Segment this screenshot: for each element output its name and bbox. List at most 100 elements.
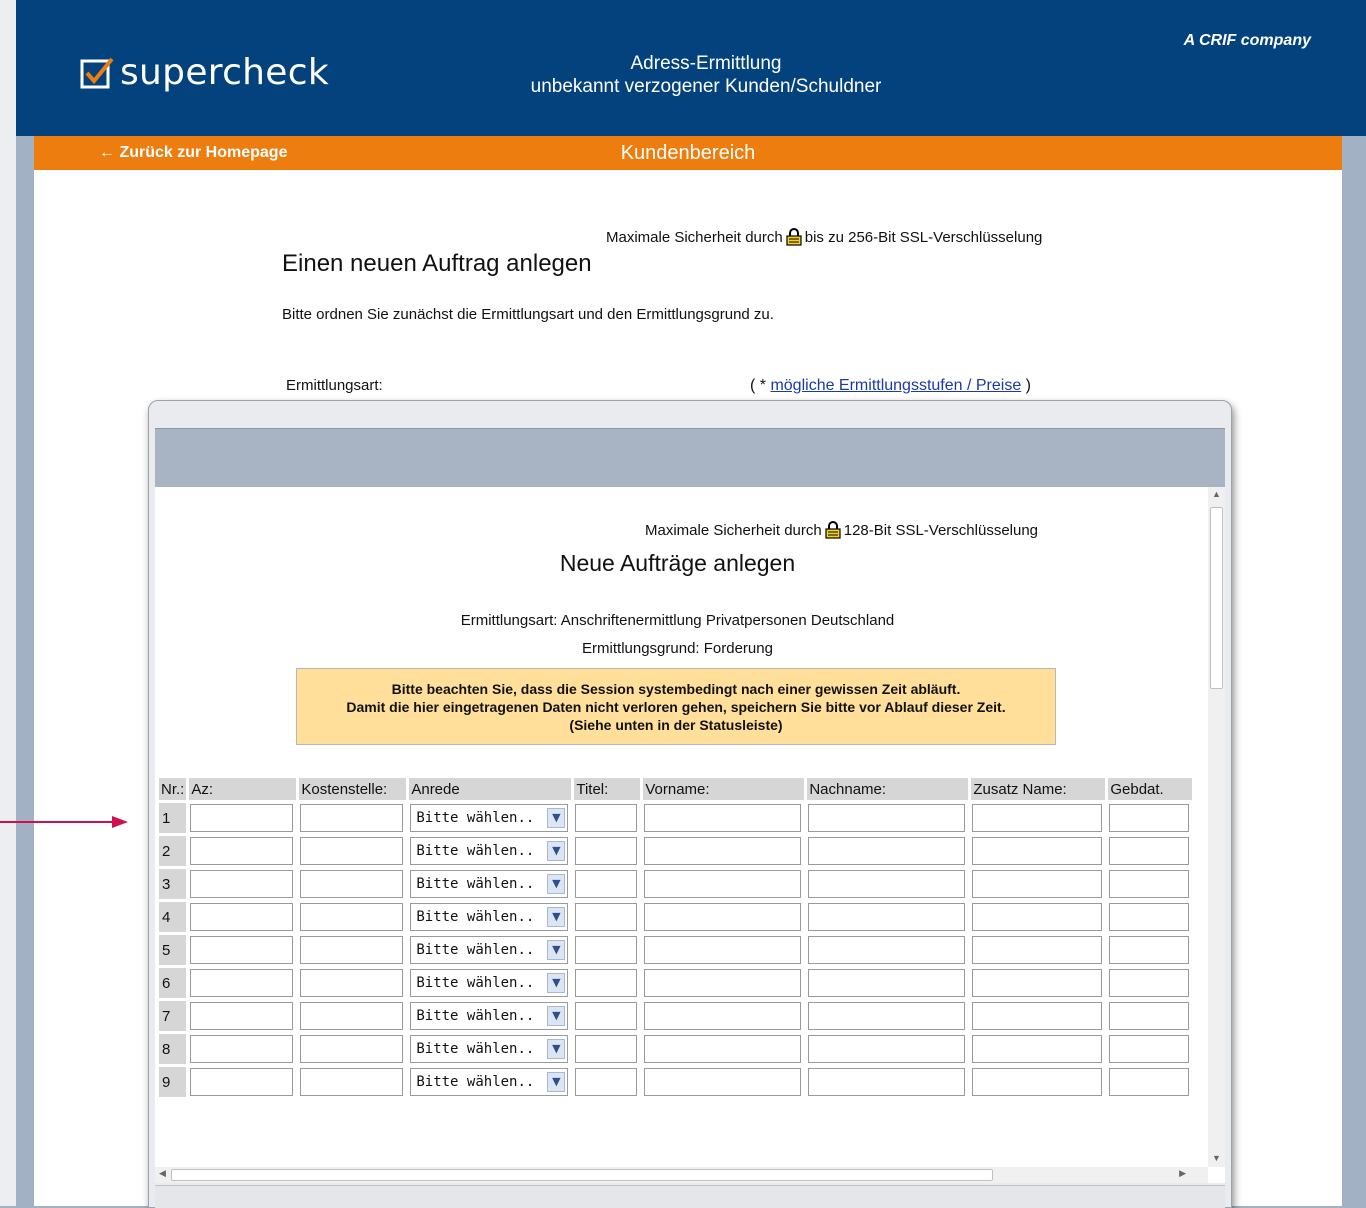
column-header-titel: Titel:: [574, 778, 641, 800]
az-input[interactable]: [190, 870, 294, 898]
nachname-input[interactable]: [808, 804, 966, 832]
logo-text: supercheck: [120, 51, 329, 93]
kostenstelle-input[interactable]: [300, 936, 404, 964]
chevron-down-icon[interactable]: ▼: [547, 1039, 566, 1059]
anrede-select[interactable]: Bitte wählen.. ▼: [410, 1002, 569, 1030]
anrede-select[interactable]: Bitte wählen.. ▼: [410, 1035, 569, 1063]
gebdat-input[interactable]: [1109, 1002, 1190, 1030]
az-input[interactable]: [190, 936, 294, 964]
az-input[interactable]: [190, 903, 294, 931]
zusatz-name-input[interactable]: [972, 1002, 1103, 1030]
row-number: 1: [159, 803, 187, 833]
horizontal-scroll-thumb[interactable]: [171, 1169, 993, 1181]
gebdat-input[interactable]: [1109, 1068, 1190, 1096]
nachname-input[interactable]: [808, 1068, 966, 1096]
titel-input[interactable]: [575, 870, 638, 898]
nachname-input[interactable]: [808, 969, 966, 997]
chevron-down-icon[interactable]: ▼: [547, 973, 566, 993]
chevron-down-icon[interactable]: ▼: [547, 808, 566, 828]
az-input[interactable]: [190, 837, 294, 865]
gebdat-input[interactable]: [1109, 804, 1190, 832]
nachname-input[interactable]: [808, 1002, 966, 1030]
vorname-input[interactable]: [644, 903, 802, 931]
vorname-input[interactable]: [644, 837, 802, 865]
scroll-down-icon[interactable]: ▼: [1212, 1153, 1221, 1163]
chevron-down-icon[interactable]: ▼: [547, 1072, 566, 1092]
gebdat-input[interactable]: [1109, 936, 1190, 964]
chevron-down-icon[interactable]: ▼: [547, 874, 566, 894]
kostenstelle-input[interactable]: [300, 870, 404, 898]
titel-input[interactable]: [575, 936, 638, 964]
kostenstelle-input[interactable]: [300, 804, 404, 832]
supercheck-logo[interactable]: supercheck: [80, 51, 329, 93]
select-value: Bitte wählen..: [416, 1074, 535, 1090]
gebdat-input[interactable]: [1109, 870, 1190, 898]
az-input[interactable]: [190, 1068, 294, 1096]
titel-input[interactable]: [575, 1068, 638, 1096]
titel-input[interactable]: [575, 969, 638, 997]
titel-input[interactable]: [575, 1035, 638, 1063]
titel-input[interactable]: [575, 804, 638, 832]
scroll-left-icon[interactable]: ◀: [159, 1168, 166, 1179]
chevron-down-icon[interactable]: ▼: [547, 940, 566, 960]
zusatz-name-input[interactable]: [972, 1068, 1103, 1096]
zusatz-name-input[interactable]: [972, 1035, 1103, 1063]
chevron-down-icon[interactable]: ▼: [547, 1006, 566, 1026]
titel-input[interactable]: [575, 1002, 638, 1030]
zusatz-name-input[interactable]: [972, 903, 1103, 931]
anrede-select[interactable]: Bitte wählen.. ▼: [410, 837, 569, 865]
vorname-input[interactable]: [644, 804, 802, 832]
anrede-select[interactable]: Bitte wählen.. ▼: [410, 903, 569, 931]
zusatz-name-input[interactable]: [972, 870, 1103, 898]
anrede-select[interactable]: Bitte wählen.. ▼: [410, 969, 569, 997]
table-cell: [1108, 836, 1192, 866]
select-value: Bitte wählen..: [416, 975, 535, 991]
vorname-input[interactable]: [644, 1068, 802, 1096]
zusatz-name-input[interactable]: [972, 837, 1103, 865]
gebdat-input[interactable]: [1109, 837, 1190, 865]
vorname-input[interactable]: [644, 870, 802, 898]
nachname-input[interactable]: [808, 936, 966, 964]
vorname-input[interactable]: [644, 1035, 802, 1063]
nachname-input[interactable]: [808, 903, 966, 931]
gebdat-input[interactable]: [1109, 1035, 1190, 1063]
scroll-right-icon[interactable]: ▶: [1179, 1168, 1186, 1179]
kostenstelle-input[interactable]: [300, 903, 404, 931]
kostenstelle-input[interactable]: [300, 969, 404, 997]
gebdat-input[interactable]: [1109, 903, 1190, 931]
chevron-down-icon[interactable]: ▼: [547, 841, 566, 861]
vorname-input[interactable]: [644, 936, 802, 964]
az-input[interactable]: [190, 969, 294, 997]
zusatz-name-input[interactable]: [972, 804, 1103, 832]
kostenstelle-input[interactable]: [300, 1035, 404, 1063]
nachname-input[interactable]: [808, 870, 966, 898]
anrede-select[interactable]: Bitte wählen.. ▼: [410, 1068, 569, 1096]
anrede-select[interactable]: Bitte wählen.. ▼: [410, 804, 569, 832]
kostenstelle-input[interactable]: [300, 837, 404, 865]
kostenstelle-input[interactable]: [300, 1068, 404, 1096]
scroll-up-icon[interactable]: ▲: [1212, 489, 1221, 499]
az-input[interactable]: [190, 1002, 294, 1030]
table-cell: [1108, 935, 1192, 965]
vorname-input[interactable]: [644, 969, 802, 997]
gebdat-input[interactable]: [1109, 969, 1190, 997]
vertical-scroll-thumb[interactable]: [1210, 507, 1223, 689]
table-cell: [299, 935, 406, 965]
table-cell: [643, 968, 804, 998]
chevron-down-icon[interactable]: ▼: [547, 907, 566, 927]
titel-input[interactable]: [575, 903, 638, 931]
horizontal-scrollbar[interactable]: ◀ ▶: [155, 1167, 1208, 1183]
titel-input[interactable]: [575, 837, 638, 865]
anrede-select[interactable]: Bitte wählen.. ▼: [410, 870, 569, 898]
preise-link[interactable]: mögliche Ermittlungsstufen / Preise: [770, 377, 1021, 394]
nachname-input[interactable]: [808, 837, 966, 865]
az-input[interactable]: [190, 804, 294, 832]
zusatz-name-input[interactable]: [972, 936, 1103, 964]
anrede-select[interactable]: Bitte wählen.. ▼: [410, 936, 569, 964]
kostenstelle-input[interactable]: [300, 1002, 404, 1030]
az-input[interactable]: [190, 1035, 294, 1063]
vorname-input[interactable]: [644, 1002, 802, 1030]
vertical-scrollbar[interactable]: ▲ ▼: [1208, 487, 1225, 1167]
zusatz-name-input[interactable]: [972, 969, 1103, 997]
nachname-input[interactable]: [808, 1035, 966, 1063]
